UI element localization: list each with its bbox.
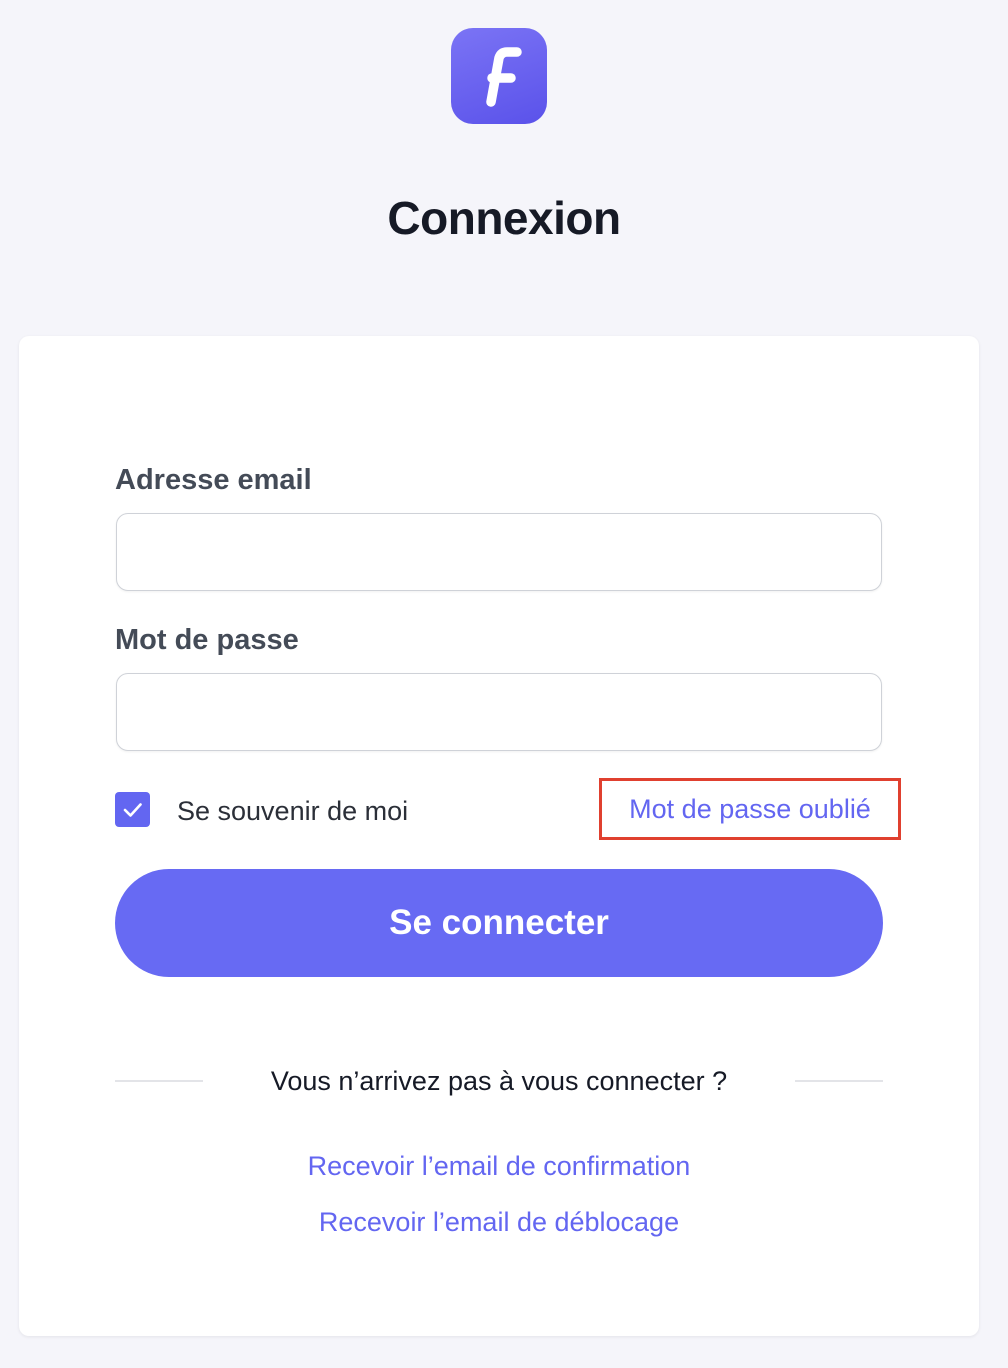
- resend-confirmation-link[interactable]: Recevoir l’email de confirmation: [19, 1149, 979, 1183]
- forgot-password-link[interactable]: Mot de passe oublié: [599, 778, 901, 840]
- logo-letter-f: [486, 47, 522, 107]
- divider-right: [795, 1080, 883, 1082]
- remember-me-checkbox[interactable]: [115, 792, 150, 827]
- email-field[interactable]: [116, 513, 882, 591]
- password-field[interactable]: [116, 673, 882, 751]
- resend-unlock-link[interactable]: Recevoir l’email de déblocage: [19, 1205, 979, 1239]
- remember-me-label[interactable]: Se souvenir de moi: [177, 794, 408, 828]
- app-logo-icon: [451, 28, 547, 124]
- email-label: Adresse email: [115, 464, 312, 496]
- checkmark-icon: [123, 803, 142, 817]
- login-button[interactable]: Se connecter: [115, 869, 883, 977]
- page-title: Connexion: [387, 192, 621, 244]
- password-label: Mot de passe: [115, 624, 299, 656]
- login-card: Adresse email Mot de passe Se souvenir d…: [19, 336, 979, 1336]
